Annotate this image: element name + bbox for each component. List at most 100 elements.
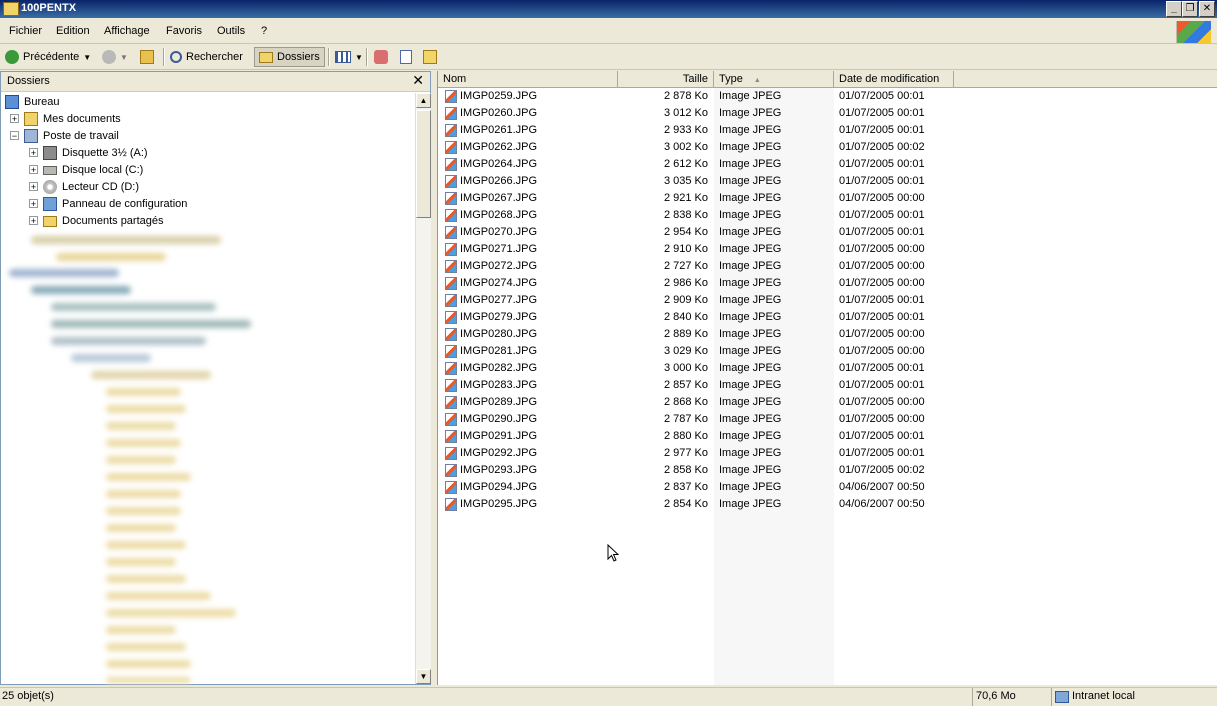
menu-affichage[interactable]: Affichage: [104, 25, 150, 37]
close-button[interactable]: ✕: [1199, 1, 1215, 17]
file-size: 2 880 Ko: [663, 430, 708, 442]
table-row[interactable]: IMGP0279.JPG 2 840 Ko Image JPEG 01/07/2005…: [438, 309, 998, 326]
tree-item-disque-local[interactable]: Disque local (C:): [43, 162, 143, 178]
table-row[interactable]: IMGP0264.JPG 2 612 Ko Image JPEG 01/07/2005…: [438, 156, 998, 173]
chevron-down-icon[interactable]: ▼: [83, 53, 91, 62]
table-row[interactable]: IMGP0261.JPG 2 933 Ko Image JPEG 01/07/2005…: [438, 122, 998, 139]
chevron-down-icon[interactable]: ▼: [355, 53, 363, 62]
minimize-button[interactable]: _: [1166, 1, 1182, 17]
scroll-thumb[interactable]: [416, 110, 431, 218]
table-row[interactable]: IMGP0295.JPG 2 854 Ko Image JPEG 04/06/2007…: [438, 496, 998, 513]
expand-icon[interactable]: +: [29, 148, 38, 158]
table-row[interactable]: IMGP0259.JPG 2 878 Ko Image JPEG 01/07/2005…: [438, 88, 998, 105]
jpeg-file-icon: [445, 430, 457, 443]
file-modified: 01/07/2005 00:01: [839, 379, 925, 391]
file-name: IMGP0277.JPG: [460, 294, 538, 306]
column-header-name[interactable]: Nom: [438, 71, 618, 88]
back-button[interactable]: Précédente ▼: [5, 47, 91, 67]
column-header-type[interactable]: Type ▲: [714, 71, 834, 88]
folders-vertical-scrollbar[interactable]: ▲ ▼: [415, 93, 431, 684]
table-row[interactable]: IMGP0267.JPG 2 921 Ko Image JPEG 01/07/2005…: [438, 190, 998, 207]
tree-item-lecteur-cd[interactable]: Lecteur CD (D:): [43, 179, 139, 195]
table-row[interactable]: IMGP0294.JPG 2 837 Ko Image JPEG 04/06/2007…: [438, 479, 998, 496]
table-row[interactable]: IMGP0268.JPG 2 838 Ko Image JPEG 01/07/2005…: [438, 207, 998, 224]
table-row[interactable]: IMGP0283.JPG 2 857 Ko Image JPEG 01/07/2005…: [438, 377, 998, 394]
file-name: IMGP0264.JPG: [460, 158, 538, 170]
folders-button[interactable]: Dossiers: [254, 47, 325, 67]
jpeg-file-icon: [445, 243, 457, 256]
folders-pane-header: Dossiers ✕: [1, 72, 430, 92]
collapse-icon[interactable]: −: [10, 131, 19, 141]
table-row[interactable]: IMGP0271.JPG 2 910 Ko Image JPEG 01/07/2005…: [438, 241, 998, 258]
tree-item-documents-partages[interactable]: Documents partagés: [43, 213, 164, 229]
file-size: 2 921 Ko: [663, 192, 708, 204]
expand-icon[interactable]: +: [29, 216, 38, 226]
table-row[interactable]: IMGP0281.JPG 3 029 Ko Image JPEG 01/07/2005…: [438, 343, 998, 360]
tree-item-bureau[interactable]: Bureau: [5, 94, 59, 110]
file-name: IMGP0268.JPG: [460, 209, 538, 221]
table-row[interactable]: IMGP0293.JPG 2 858 Ko Image JPEG 01/07/2005…: [438, 462, 998, 479]
jpeg-file-icon: [445, 481, 457, 494]
tree-item-mes-documents[interactable]: Mes documents: [24, 111, 121, 127]
table-row[interactable]: IMGP0289.JPG 2 868 Ko Image JPEG 01/07/2005…: [438, 394, 998, 411]
file-name: IMGP0292.JPG: [460, 447, 538, 459]
chevron-down-icon[interactable]: ▼: [120, 53, 128, 62]
up-folder-button[interactable]: [140, 47, 154, 67]
file-type: Image JPEG: [719, 260, 782, 272]
search-button[interactable]: Rechercher: [170, 47, 243, 67]
table-row[interactable]: IMGP0272.JPG 2 727 Ko Image JPEG 01/07/2005…: [438, 258, 998, 275]
expand-icon[interactable]: +: [29, 182, 38, 192]
status-zone: Intranet local: [1072, 690, 1135, 702]
file-modified: 01/07/2005 00:00: [839, 413, 925, 425]
file-name: IMGP0270.JPG: [460, 226, 538, 238]
menu-help[interactable]: ?: [261, 25, 267, 37]
file-type: Image JPEG: [719, 379, 782, 391]
tree-item-poste-de-travail[interactable]: Poste de travail: [24, 128, 119, 144]
scroll-up-button[interactable]: ▲: [416, 93, 431, 108]
menu-fichier[interactable]: Fichier: [9, 25, 42, 37]
table-row[interactable]: IMGP0270.JPG 2 954 Ko Image JPEG 01/07/2005…: [438, 224, 998, 241]
jpeg-file-icon: [445, 209, 457, 222]
table-row[interactable]: IMGP0260.JPG 3 012 Ko Image JPEG 01/07/2005…: [438, 105, 998, 122]
table-row[interactable]: IMGP0280.JPG 2 889 Ko Image JPEG 01/07/2005…: [438, 326, 998, 343]
close-icon[interactable]: ✕: [412, 72, 424, 89]
tree-item-disquette[interactable]: Disquette 3½ (A:): [43, 145, 148, 161]
table-row[interactable]: IMGP0277.JPG 2 909 Ko Image JPEG 01/07/2005…: [438, 292, 998, 309]
restore-button[interactable]: ❐: [1182, 1, 1198, 17]
column-header-modified[interactable]: Date de modification: [834, 71, 954, 88]
table-row[interactable]: IMGP0292.JPG 2 977 Ko Image JPEG 01/07/2005…: [438, 445, 998, 462]
column-header-size[interactable]: Taille: [618, 71, 714, 88]
file-modified: 01/07/2005 00:01: [839, 175, 925, 187]
views-button[interactable]: ▼: [335, 47, 363, 67]
table-row[interactable]: IMGP0262.JPG 3 002 Ko Image JPEG 01/07/2005…: [438, 139, 998, 156]
file-modified: 01/07/2005 00:01: [839, 209, 925, 221]
file-name: IMGP0266.JPG: [460, 175, 538, 187]
column-header-filler: [954, 71, 1217, 88]
file-size: 2 840 Ko: [663, 311, 708, 323]
forward-button[interactable]: ▼: [102, 47, 128, 67]
expand-icon[interactable]: +: [29, 165, 38, 175]
expand-icon[interactable]: +: [29, 199, 38, 209]
table-row[interactable]: IMGP0291.JPG 2 880 Ko Image JPEG 01/07/2005…: [438, 428, 998, 445]
table-row[interactable]: IMGP0274.JPG 2 986 Ko Image JPEG 01/07/2005…: [438, 275, 998, 292]
file-name: IMGP0274.JPG: [460, 277, 538, 289]
move-to-button[interactable]: [374, 47, 388, 67]
menu-edition[interactable]: Edition: [56, 25, 90, 37]
jpeg-file-icon: [445, 192, 457, 205]
tree-item-panneau-de-configuration[interactable]: Panneau de configuration: [43, 196, 187, 212]
properties-button[interactable]: [423, 47, 437, 67]
table-row[interactable]: IMGP0266.JPG 3 035 Ko Image JPEG 01/07/2005…: [438, 173, 998, 190]
file-type: Image JPEG: [719, 175, 782, 187]
file-type: Image JPEG: [719, 311, 782, 323]
menu-favoris[interactable]: Favoris: [166, 25, 202, 37]
scroll-down-button[interactable]: ▼: [416, 669, 431, 684]
my-computer-icon: [24, 129, 38, 143]
file-modified: 01/07/2005 00:02: [839, 464, 925, 476]
expand-icon[interactable]: +: [10, 114, 19, 124]
folders-pane: Dossiers ✕ Bureau + Mes documents − Post…: [0, 71, 431, 685]
menu-bar: Fichier Edition Affichage Favoris Outils…: [0, 20, 1217, 44]
menu-outils[interactable]: Outils: [217, 25, 245, 37]
table-row[interactable]: IMGP0290.JPG 2 787 Ko Image JPEG 01/07/2005…: [438, 411, 998, 428]
table-row[interactable]: IMGP0282.JPG 3 000 Ko Image JPEG 01/07/2005…: [438, 360, 998, 377]
copy-to-button[interactable]: [400, 47, 412, 67]
